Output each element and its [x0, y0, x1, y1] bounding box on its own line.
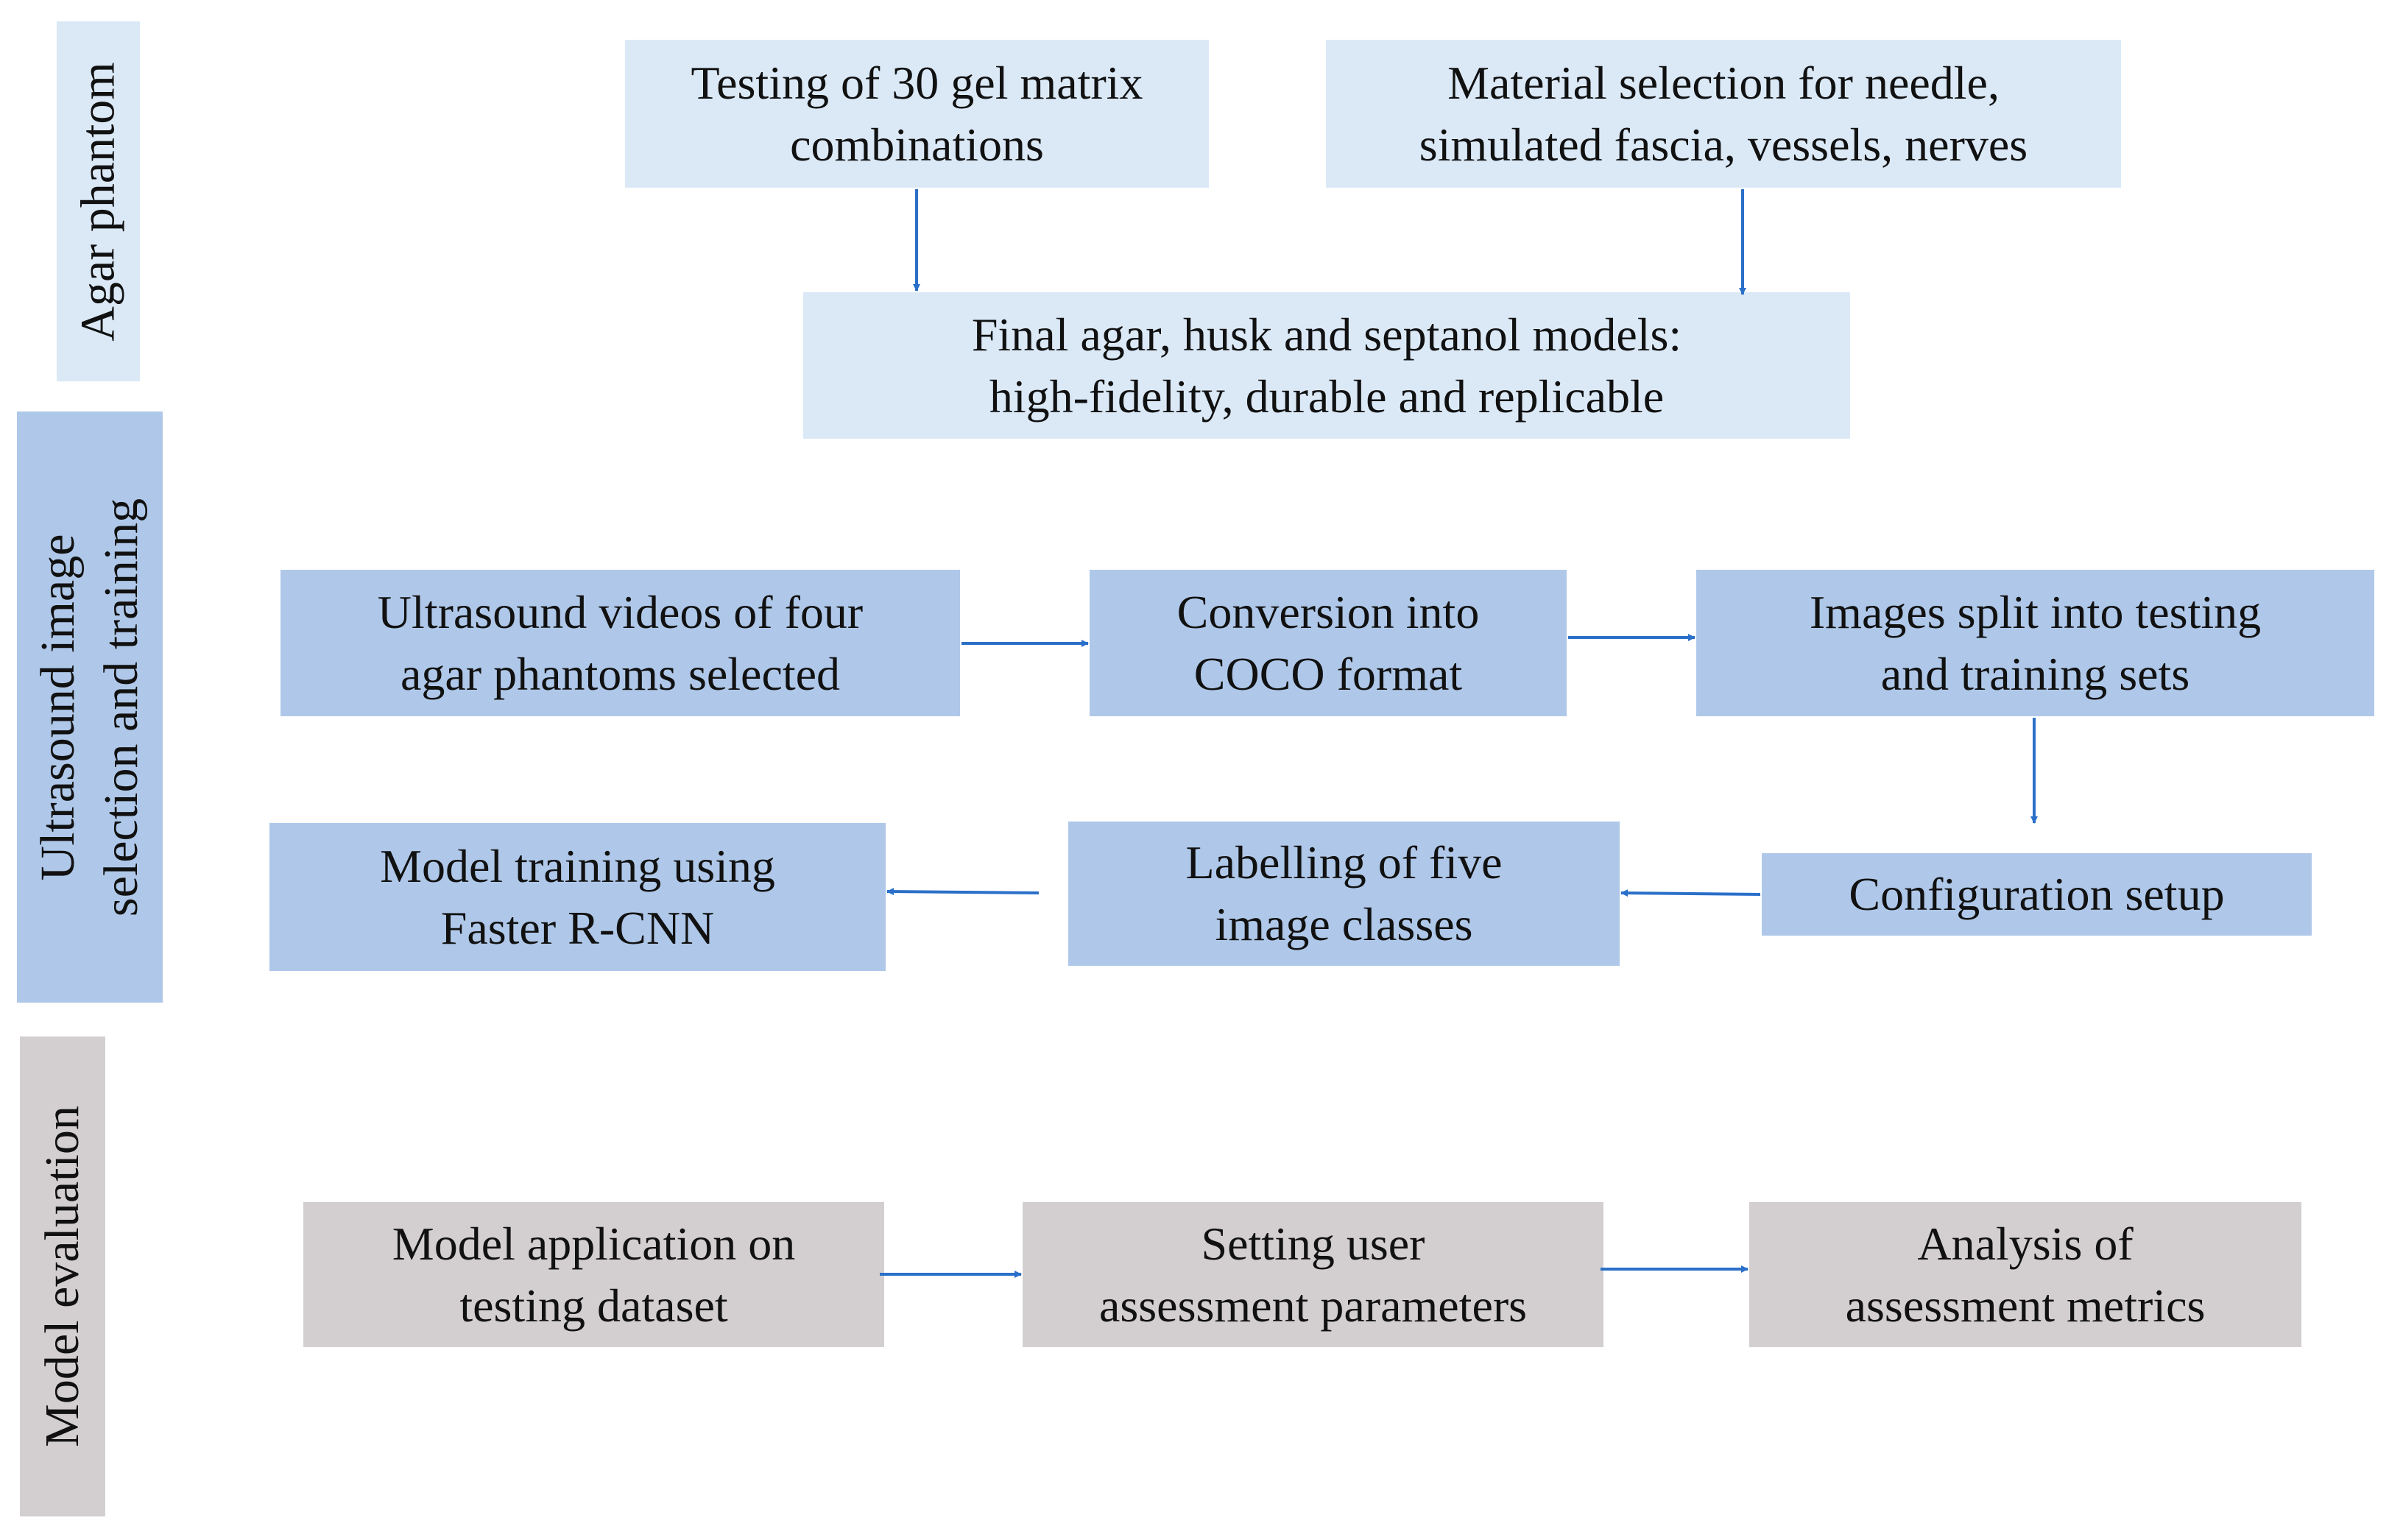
arrow-config-to-labelling: [1620, 889, 1761, 897]
arrows-layer: [880, 189, 2038, 1278]
arrow-labelling-to-training: [886, 888, 1040, 896]
